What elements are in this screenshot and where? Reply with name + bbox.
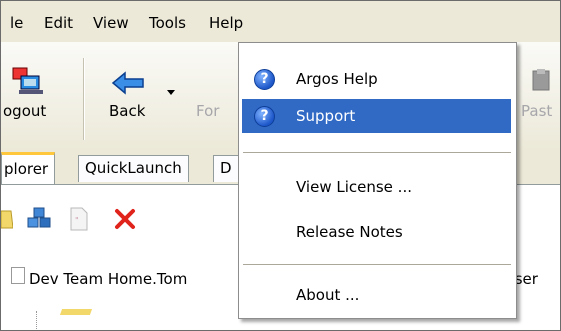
- back-dropdown-icon[interactable]: [167, 90, 175, 96]
- about-label: About ...: [296, 286, 360, 304]
- logout-icon: [12, 67, 43, 94]
- menu-item-view-license[interactable]: View License ...: [242, 170, 511, 204]
- tab-quicklaunch[interactable]: QuickLaunch: [78, 155, 189, 182]
- app-window: le Edit View Tools Help ogout Back For P…: [0, 0, 561, 331]
- tab-d[interactable]: D: [213, 155, 241, 182]
- help-menu: ? Argos Help ? Support View License ... …: [238, 42, 517, 319]
- support-label: Support: [296, 107, 356, 125]
- folder-icon[interactable]: [1, 208, 13, 230]
- help-icon: ?: [254, 106, 275, 127]
- users-icon[interactable]: [26, 206, 54, 232]
- menu-separator: [243, 264, 511, 265]
- forward-button[interactable]: For: [196, 42, 242, 147]
- toolbar-separator: [83, 58, 84, 140]
- tab-d-label: D: [220, 159, 232, 177]
- tree-line: [36, 311, 38, 330]
- tab-explorer[interactable]: plorer: [1, 152, 56, 186]
- argos-help-label: Argos Help: [296, 70, 378, 88]
- page-icon: [11, 267, 25, 284]
- tab-explorer-label: plorer: [4, 160, 49, 178]
- menu-tools[interactable]: Tools: [149, 12, 186, 34]
- back-label: Back: [109, 102, 146, 120]
- logout-label: ogout: [3, 102, 47, 120]
- menu-item-release-notes[interactable]: Release Notes: [242, 215, 511, 249]
- address-path[interactable]: Dev Team Home.Tom: [29, 270, 187, 288]
- view-license-label: View License ...: [296, 178, 412, 196]
- tab-quicklaunch-label: QuickLaunch: [85, 159, 182, 177]
- menu-item-about[interactable]: About ...: [242, 278, 511, 312]
- menu-view[interactable]: View: [93, 12, 129, 34]
- menu-edit[interactable]: Edit: [44, 12, 73, 34]
- tree-folder-icon: [59, 309, 93, 315]
- menu-file[interactable]: le: [10, 12, 23, 34]
- delete-icon[interactable]: [114, 208, 136, 230]
- menu-separator: [243, 152, 511, 153]
- forward-label: For: [196, 102, 220, 120]
- back-arrow-icon: [111, 71, 144, 95]
- paste-icon: [532, 69, 550, 91]
- release-notes-label: Release Notes: [296, 223, 403, 241]
- menu-bar: le Edit View Tools Help: [1, 1, 560, 42]
- menu-help[interactable]: Help: [209, 12, 244, 34]
- svg-text:": ": [75, 216, 79, 225]
- menu-item-support[interactable]: ? Support: [242, 99, 511, 133]
- back-button[interactable]: Back: [95, 42, 175, 147]
- logout-button[interactable]: ogout: [1, 42, 79, 147]
- paste-label: Past: [521, 102, 553, 120]
- menu-item-argos-help[interactable]: ? Argos Help: [242, 62, 511, 96]
- document-icon[interactable]: ": [69, 207, 89, 231]
- paste-button[interactable]: Past: [521, 42, 560, 147]
- help-icon: ?: [254, 69, 275, 90]
